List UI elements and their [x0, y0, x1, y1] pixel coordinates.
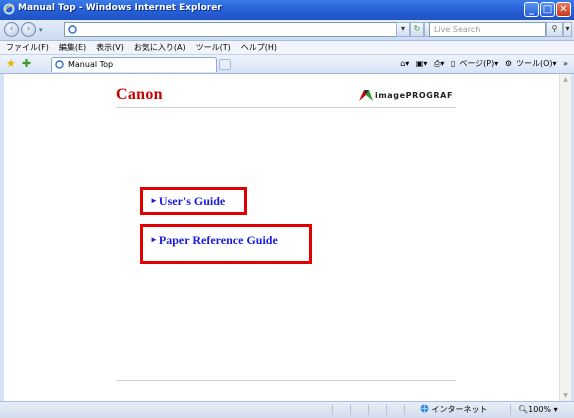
url-dropdown-button[interactable]: ▾: [396, 22, 410, 37]
canon-logo: Canon: [116, 86, 163, 103]
divider: [116, 380, 456, 381]
security-zone[interactable]: インターネット: [420, 404, 488, 416]
url-input[interactable]: [64, 22, 397, 37]
refresh-button[interactable]: ↻: [410, 22, 424, 37]
security-zone-label: インターネット: [431, 405, 488, 414]
window-title: Manual Top - Windows Internet Explorer: [18, 3, 222, 13]
scroll-down-icon[interactable]: ▼: [561, 391, 570, 400]
page-icon: [55, 60, 64, 69]
imageprograf-mark-icon: [359, 90, 373, 101]
page-icon: [68, 25, 77, 34]
status-divider: [510, 404, 511, 415]
search-options-button[interactable]: ▾: [563, 22, 572, 37]
menu-view[interactable]: 表示(V): [96, 41, 124, 54]
maximize-icon[interactable]: □: [540, 2, 555, 17]
vertical-scrollbar[interactable]: ▲ ▼: [559, 74, 571, 401]
tab-manual-top[interactable]: Manual Top: [51, 57, 217, 72]
back-button[interactable]: ‹: [4, 22, 19, 37]
browser-window: Manual Top - Windows Internet Explorer _…: [0, 0, 574, 418]
users-guide-label: User's Guide: [158, 194, 226, 208]
add-favorites-icon[interactable]: ✚: [22, 58, 31, 69]
status-divider: [386, 404, 387, 415]
globe-icon: [420, 404, 429, 413]
zoom-icon: 🔍︎: [518, 405, 529, 414]
feeds-icon[interactable]: ▣▾: [416, 59, 428, 68]
tab-label: Manual Top: [68, 60, 114, 69]
title-bar[interactable]: Manual Top - Windows Internet Explorer _…: [0, 0, 574, 20]
page-menu[interactable]: ▯ ページ(P)▾: [451, 59, 498, 68]
status-divider: [332, 404, 333, 415]
status-divider: [350, 404, 351, 415]
page-menu-label: ページ(P): [459, 59, 495, 68]
imageprograf-logo: imagePROGRAF: [359, 90, 453, 101]
chevron-more-icon[interactable]: »: [563, 59, 568, 68]
command-bar: ⌂▾ ▣▾ ⎙▾ ▯ ページ(P)▾ ⚙ ツール(O)▾ »: [396, 57, 568, 71]
paper-reference-guide-label: Paper Reference Guide: [158, 233, 278, 247]
menu-file[interactable]: ファイル(F): [6, 41, 49, 54]
minimize-icon[interactable]: _: [524, 2, 539, 17]
tools-menu-label: ツール(O): [515, 59, 553, 68]
menu-bar: ファイル(F) 編集(E) 表示(V) お気に入り(A) ツール(T) ヘルプ(H): [0, 41, 574, 55]
print-icon[interactable]: ⎙▾: [434, 59, 444, 68]
divider: [116, 107, 456, 108]
address-bar: ‹ › ▾ ▾ ↻ ✕ Live Search ⚲ ▾: [0, 20, 574, 41]
status-bar: インターネット 🔍︎100% ▾: [0, 401, 574, 418]
arrow-icon: ►: [150, 235, 158, 244]
close-icon[interactable]: ✕: [556, 2, 571, 17]
zoom-control[interactable]: 🔍︎100% ▾: [518, 404, 558, 416]
home-icon[interactable]: ⌂▾: [400, 59, 409, 68]
forward-button[interactable]: ›: [21, 22, 36, 37]
menu-tools[interactable]: ツール(T): [196, 41, 231, 54]
search-button[interactable]: ⚲: [546, 22, 563, 37]
menu-edit[interactable]: 編集(E): [59, 41, 86, 54]
status-divider: [404, 404, 405, 415]
history-dropdown-icon[interactable]: ▾: [39, 26, 43, 34]
new-tab-button[interactable]: [219, 59, 231, 70]
tab-bar: ★ ✚ Manual Top ⌂▾ ▣▾ ⎙▾ ▯ ページ(P)▾ ⚙ ツール(O)…: [0, 55, 574, 74]
status-divider: [368, 404, 369, 415]
page-content: Canon imagePROGRAF ►User's Guide ►Paper …: [4, 74, 559, 401]
scroll-up-icon[interactable]: ▲: [561, 75, 570, 84]
paper-reference-guide-link[interactable]: ►Paper Reference Guide: [140, 224, 312, 264]
search-input[interactable]: Live Search: [429, 22, 546, 37]
menu-help[interactable]: ヘルプ(H): [241, 41, 277, 54]
tools-menu[interactable]: ⚙ ツール(O)▾: [505, 59, 557, 68]
favorites-star-icon[interactable]: ★: [6, 58, 16, 69]
users-guide-link[interactable]: ►User's Guide: [140, 187, 247, 215]
ie-logo-icon: [3, 3, 15, 15]
menu-favorites[interactable]: お気に入り(A): [134, 41, 186, 54]
zoom-level: 100%: [528, 405, 552, 414]
imageprograf-text: imagePROGRAF: [375, 91, 454, 100]
arrow-icon: ►: [150, 196, 158, 205]
